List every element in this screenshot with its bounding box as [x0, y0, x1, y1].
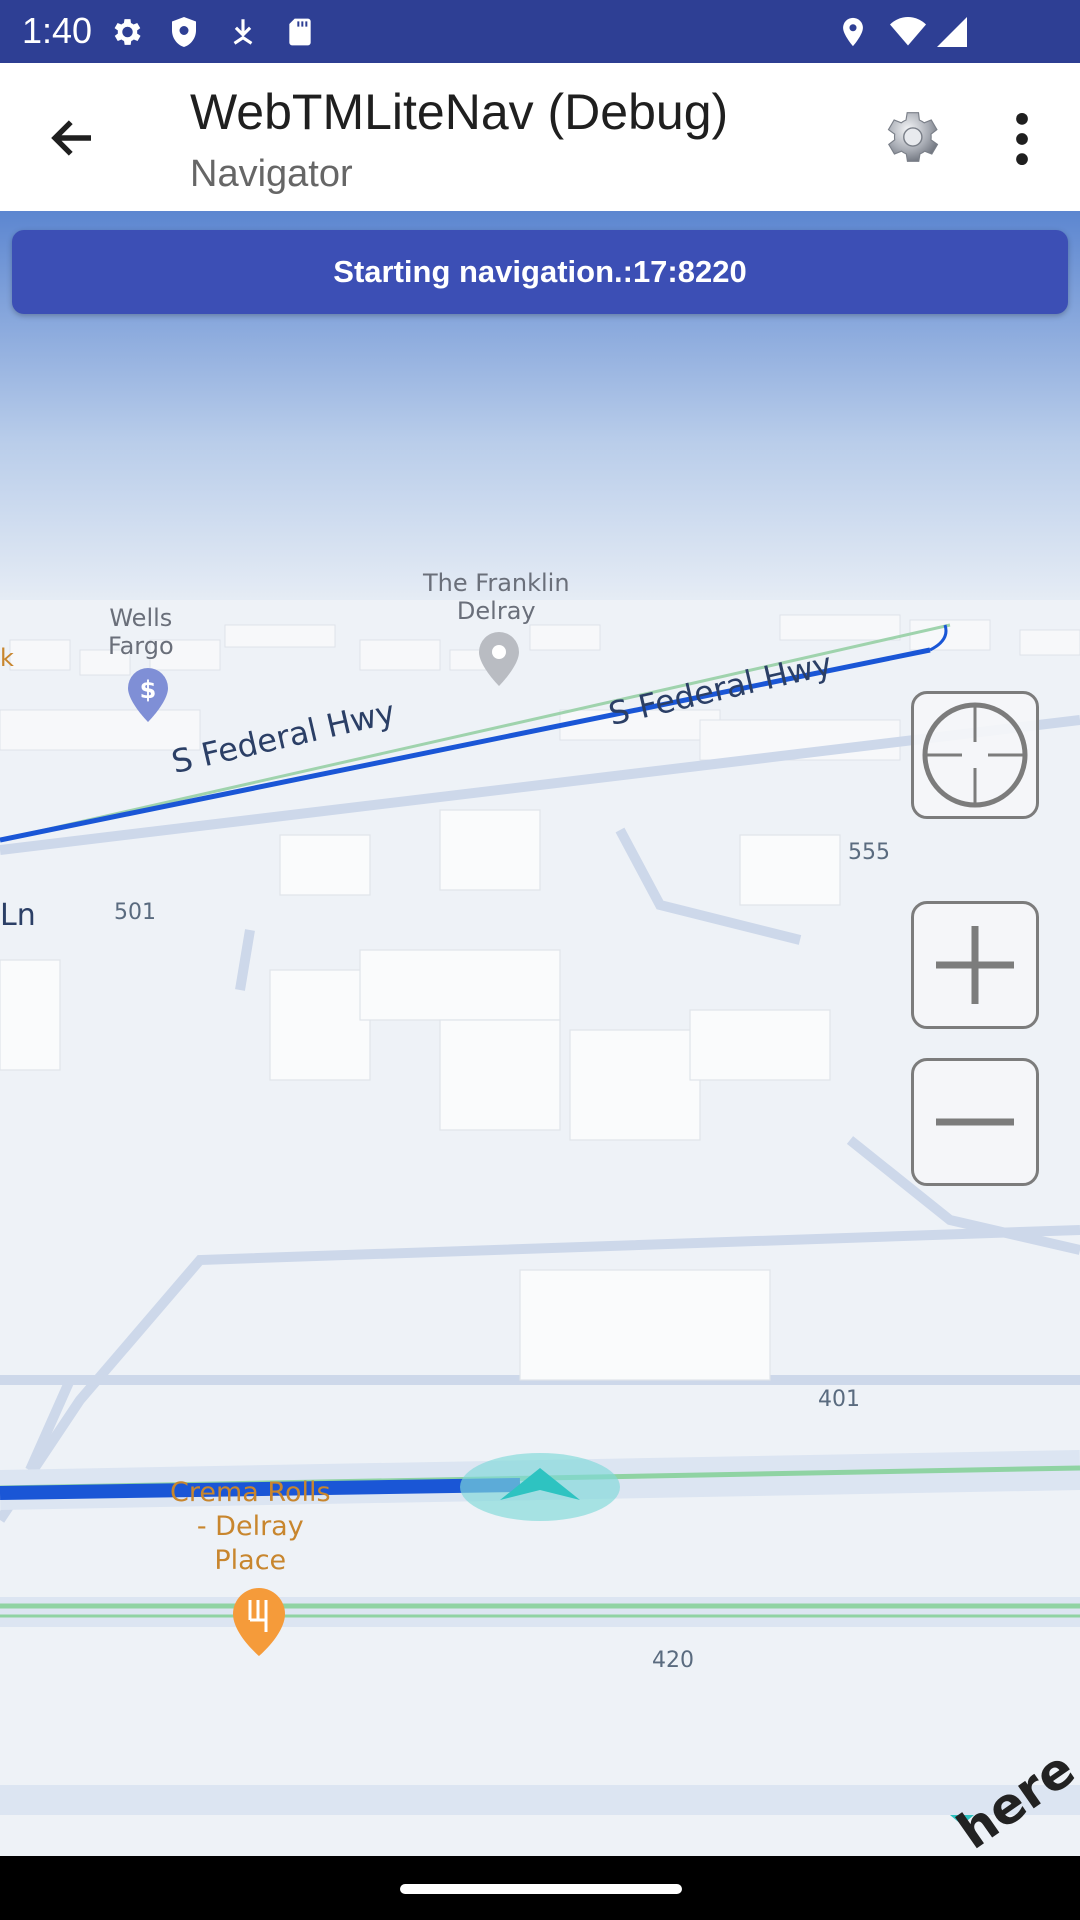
minus-icon — [936, 1118, 1014, 1126]
map-label-ln: Ln — [0, 898, 36, 933]
download-icon — [233, 19, 253, 45]
zoom-in-button[interactable] — [911, 901, 1039, 1029]
location-icon — [843, 17, 863, 47]
app-subtitle: Navigator — [190, 153, 353, 195]
svg-text:$: $ — [140, 676, 157, 704]
map-label-wells-fargo: Wells Fargo — [108, 604, 174, 660]
settings-gear-button-icon[interactable] — [876, 103, 944, 171]
system-navigation-bar — [0, 1856, 1080, 1920]
wifi-icon — [890, 17, 926, 46]
recenter-button[interactable] — [911, 691, 1039, 819]
map-canvas[interactable]: $ — [0, 211, 1080, 1856]
crosshair-icon — [922, 702, 1028, 808]
map-view[interactable]: $ Wells Fargo The Franklin Delray S Fede… — [0, 211, 1080, 1856]
map-label-edge-k: k — [0, 644, 14, 672]
map-label-401: 401 — [818, 1387, 860, 1412]
more-options-icon[interactable] — [1000, 109, 1044, 169]
app-bar: WebTMLiteNav (Debug) Navigator — [0, 63, 1080, 211]
home-gesture-handle[interactable] — [400, 1884, 682, 1894]
settings-icon — [114, 19, 141, 45]
shield-icon — [172, 17, 196, 47]
sd-card-icon — [289, 18, 311, 46]
map-label-crema-rolls: Crema Rolls - Delray Place — [170, 1477, 331, 1576]
status-time: 1:40 — [22, 10, 93, 51]
app-title: WebTMLiteNav (Debug) — [190, 84, 729, 140]
status-bar: 1:40 — [0, 0, 1080, 63]
navigation-status-banner: Starting navigation.:17:8220 — [12, 230, 1068, 314]
plus-icon — [936, 926, 1014, 1004]
zoom-out-button[interactable] — [911, 1058, 1039, 1186]
map-label-501: 501 — [114, 900, 156, 925]
navigation-status-text: Starting navigation.:17:8220 — [333, 254, 747, 289]
back-arrow-icon[interactable] — [46, 111, 100, 165]
signal-icon — [937, 17, 967, 47]
map-label-franklin-delray: The Franklin Delray — [423, 569, 570, 625]
map-label-420: 420 — [652, 1648, 694, 1673]
map-label-555: 555 — [848, 840, 890, 865]
